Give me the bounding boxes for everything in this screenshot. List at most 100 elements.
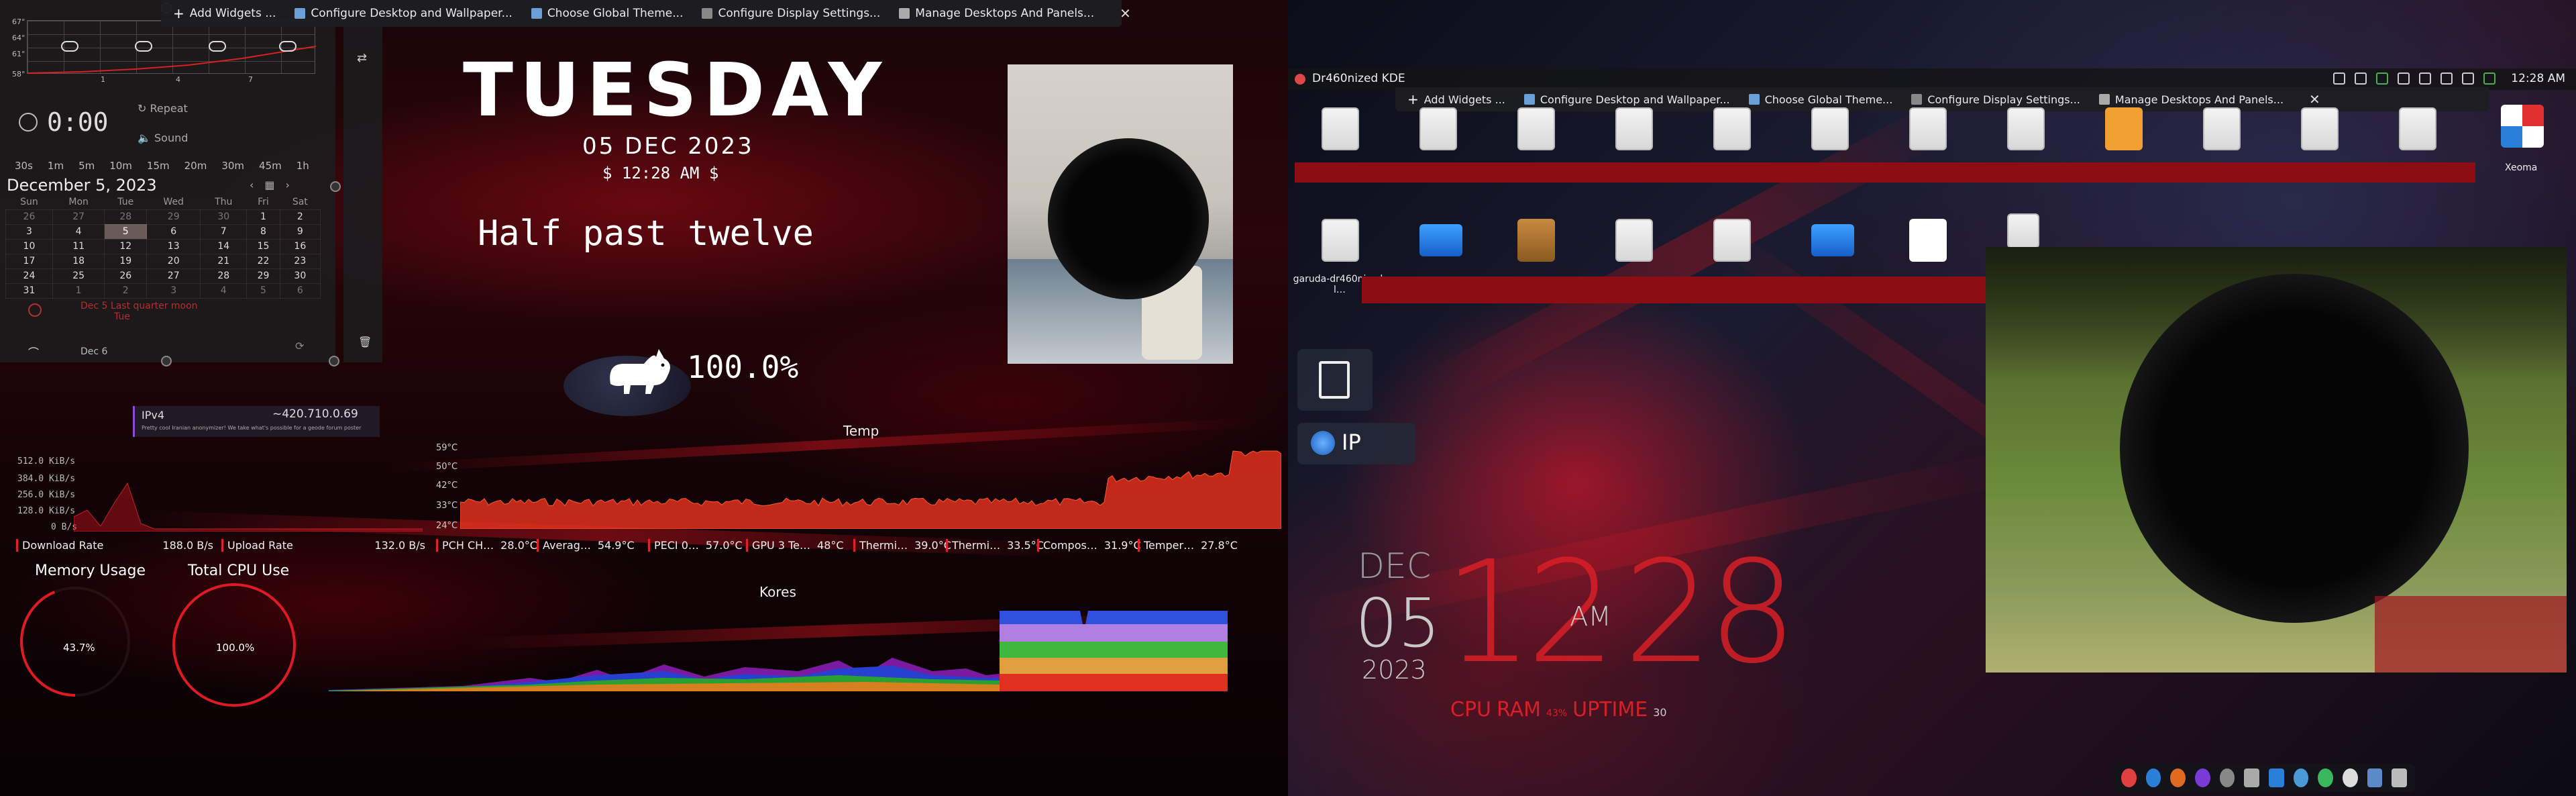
- calendar-day[interactable]: 25: [52, 268, 105, 284]
- calendar-day[interactable]: 3: [146, 283, 201, 299]
- preset-1m[interactable]: 1m: [48, 160, 64, 172]
- preset-30m[interactable]: 30m: [221, 160, 244, 172]
- desktop-icon-blank[interactable]: [1909, 219, 1947, 262]
- desktop-icon-file[interactable]: [2399, 107, 2436, 150]
- calendar-day[interactable]: 26: [5, 209, 53, 225]
- desktop-icon-file[interactable]: [2203, 107, 2241, 150]
- calendar-day[interactable]: 5: [104, 223, 148, 240]
- photo-frame-left[interactable]: [1008, 64, 1233, 364]
- bluetooth-icon[interactable]: [2462, 72, 2474, 85]
- configure-desktop-button[interactable]: Configure Desktop and Wallpaper...: [1523, 93, 1730, 106]
- preset-30s[interactable]: 30s: [15, 160, 33, 172]
- calendar-day[interactable]: 4: [52, 223, 105, 240]
- desktop-icon-file[interactable]: [1517, 107, 1555, 150]
- add-widgets-button[interactable]: + Add Widgets ...: [173, 7, 276, 20]
- close-icon[interactable]: ✕: [2309, 91, 2320, 107]
- app-icon[interactable]: [2318, 768, 2334, 787]
- mail-icon[interactable]: [2244, 768, 2260, 787]
- calendar-day[interactable]: 29: [246, 268, 280, 284]
- next-month-button[interactable]: ›: [286, 179, 290, 191]
- calendar-day[interactable]: 27: [52, 209, 105, 225]
- battery-icon[interactable]: [2483, 72, 2496, 85]
- calendar-day[interactable]: 7: [200, 223, 248, 240]
- desktop-icon-archive[interactable]: [2105, 107, 2143, 150]
- calendar-day[interactable]: 1: [246, 209, 280, 225]
- desktop-icon-file[interactable]: [2007, 107, 2045, 150]
- configure-display-button[interactable]: Configure Display Settings...: [1911, 93, 2080, 106]
- preset-15m[interactable]: 15m: [147, 160, 170, 172]
- calendar-day[interactable]: 4: [200, 283, 248, 299]
- desktop-icon-file[interactable]: [1811, 107, 1849, 150]
- calendar-day[interactable]: 26: [104, 268, 148, 284]
- dragon-app-icon[interactable]: [2121, 768, 2137, 787]
- sound-toggle[interactable]: 🔈 Sound: [138, 132, 188, 144]
- firefox-icon[interactable]: [2170, 768, 2186, 787]
- calendar-day[interactable]: 28: [104, 209, 148, 225]
- resize-handle[interactable]: [330, 181, 341, 192]
- prev-month-button[interactable]: ‹: [250, 179, 254, 191]
- calendar-day[interactable]: 22: [246, 253, 280, 269]
- calendar-day[interactable]: 13: [146, 238, 201, 254]
- calendar-day[interactable]: 2: [104, 283, 148, 299]
- garuda-logo-icon[interactable]: [1295, 74, 1305, 85]
- calendar-day[interactable]: 14: [200, 238, 248, 254]
- calendar-day[interactable]: 2: [279, 209, 321, 225]
- calendar-day[interactable]: 19: [104, 253, 148, 269]
- manage-desktops-button[interactable]: Manage Desktops And Panels...: [899, 7, 1094, 20]
- tray-icon[interactable]: [2398, 72, 2410, 85]
- desktop-icon-settings[interactable]: [1615, 107, 1653, 150]
- close-icon[interactable]: ✕: [1120, 5, 1131, 21]
- preset-10m[interactable]: 10m: [109, 160, 132, 172]
- calendar-day[interactable]: 28: [200, 268, 248, 284]
- desktop-icon-garuda[interactable]: [1322, 219, 1359, 262]
- desktop-icon-file[interactable]: [1909, 107, 1947, 150]
- calendar-day[interactable]: 20: [146, 253, 201, 269]
- app-icon[interactable]: [2195, 768, 2210, 787]
- calendar-day[interactable]: 21: [200, 253, 248, 269]
- calendar-day[interactable]: 24: [5, 268, 53, 284]
- refresh-icon[interactable]: ⟳: [295, 340, 304, 352]
- configure-display-button[interactable]: Configure Display Settings...: [702, 7, 880, 20]
- calendar-day[interactable]: 8: [246, 223, 280, 240]
- xeoma-app-icon[interactable]: [2501, 105, 2544, 148]
- add-widgets-button[interactable]: + Add Widgets ...: [1407, 93, 1505, 106]
- app-icon[interactable]: [2367, 768, 2383, 787]
- calendar-day[interactable]: 5: [246, 283, 280, 299]
- manage-desktops-button[interactable]: Manage Desktops And Panels...: [2098, 93, 2284, 106]
- resize-handle[interactable]: [161, 356, 172, 366]
- calendar-day[interactable]: 3: [5, 223, 53, 240]
- calendar-day[interactable]: 23: [279, 253, 321, 269]
- desktop-icon-archive[interactable]: [1517, 219, 1555, 262]
- desktop-icon-file[interactable]: [1322, 107, 1359, 150]
- tray-icon[interactable]: [2333, 72, 2345, 85]
- calendar-day[interactable]: 31: [5, 283, 53, 299]
- choose-theme-button[interactable]: Choose Global Theme...: [531, 7, 683, 20]
- app-icon[interactable]: [2293, 768, 2309, 787]
- calendar-grid-icon[interactable]: ▦: [264, 179, 274, 191]
- choose-theme-button[interactable]: Choose Global Theme...: [1748, 93, 1892, 106]
- desktop-icon-file[interactable]: [1419, 107, 1457, 150]
- desktop-icon-file[interactable]: [1713, 219, 1751, 262]
- timer-display[interactable]: 0:00: [47, 107, 109, 137]
- clipboard-button[interactable]: [1297, 349, 1373, 411]
- resize-handle[interactable]: [329, 356, 339, 366]
- calendar-day[interactable]: 16: [279, 238, 321, 254]
- tray-icon[interactable]: [2376, 72, 2388, 85]
- panel-clock[interactable]: 12:28 AM: [2511, 72, 2565, 85]
- desktop-icon-file[interactable]: [2007, 213, 2039, 248]
- desktop-icon-code-file[interactable]: [1615, 219, 1653, 262]
- desktop-folder[interactable]: [1811, 224, 1854, 256]
- calendar-day[interactable]: 10: [5, 238, 53, 254]
- calendar-day[interactable]: 27: [146, 268, 201, 284]
- calendar-day[interactable]: 15: [246, 238, 280, 254]
- ip-widget-button[interactable]: IP: [1297, 423, 1415, 464]
- calendar-day[interactable]: 17: [5, 253, 53, 269]
- calendar-day[interactable]: 1: [52, 283, 105, 299]
- tray-icon[interactable]: [2355, 72, 2367, 85]
- calendar-day[interactable]: 6: [146, 223, 201, 240]
- network-icon[interactable]: [2440, 72, 2453, 85]
- desktop-icon-file[interactable]: [2301, 107, 2339, 150]
- app-icon[interactable]: [2343, 768, 2358, 787]
- calendar-day[interactable]: 11: [52, 238, 105, 254]
- trash-icon[interactable]: 🗑: [358, 336, 372, 348]
